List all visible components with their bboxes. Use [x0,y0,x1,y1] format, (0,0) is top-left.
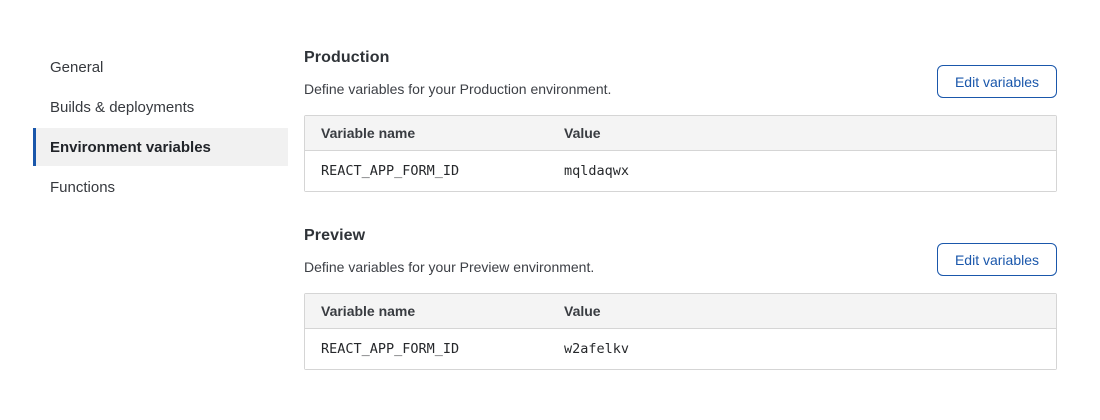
variable-value-cell: w2afelkv [548,341,1056,357]
sidebar-item-functions[interactable]: Functions [33,168,288,206]
preview-section: Preview Define variables for your Previe… [304,226,1057,370]
table-row: REACT_APP_FORM_ID mqldaqwx [305,151,1056,191]
production-variables-table: Variable name Value REACT_APP_FORM_ID mq… [304,115,1057,192]
variable-name-cell: REACT_APP_FORM_ID [305,163,548,179]
sidebar-item-general[interactable]: General [33,48,288,86]
edit-variables-button-preview[interactable]: Edit variables [937,243,1057,276]
column-header-variable-name: Variable name [305,125,548,141]
variable-name-cell: REACT_APP_FORM_ID [305,341,548,357]
edit-variables-button-production[interactable]: Edit variables [937,65,1057,98]
environment-variables-content: Production Define variables for your Pro… [304,48,1057,370]
column-header-variable-name: Variable name [305,303,548,319]
production-section: Production Define variables for your Pro… [304,48,1057,192]
variable-value-cell: mqldaqwx [548,163,1056,179]
settings-sidebar: General Builds & deployments Environment… [33,48,288,208]
sidebar-item-builds-deployments[interactable]: Builds & deployments [33,88,288,126]
table-row: REACT_APP_FORM_ID w2afelkv [305,329,1056,369]
sidebar-item-environment-variables[interactable]: Environment variables [33,128,288,166]
pages-settings-page: General Builds & deployments Environment… [0,0,1100,420]
table-header-row: Variable name Value [305,116,1056,151]
preview-variables-table: Variable name Value REACT_APP_FORM_ID w2… [304,293,1057,370]
column-header-value: Value [548,303,1056,319]
column-header-value: Value [548,125,1056,141]
table-header-row: Variable name Value [305,294,1056,329]
